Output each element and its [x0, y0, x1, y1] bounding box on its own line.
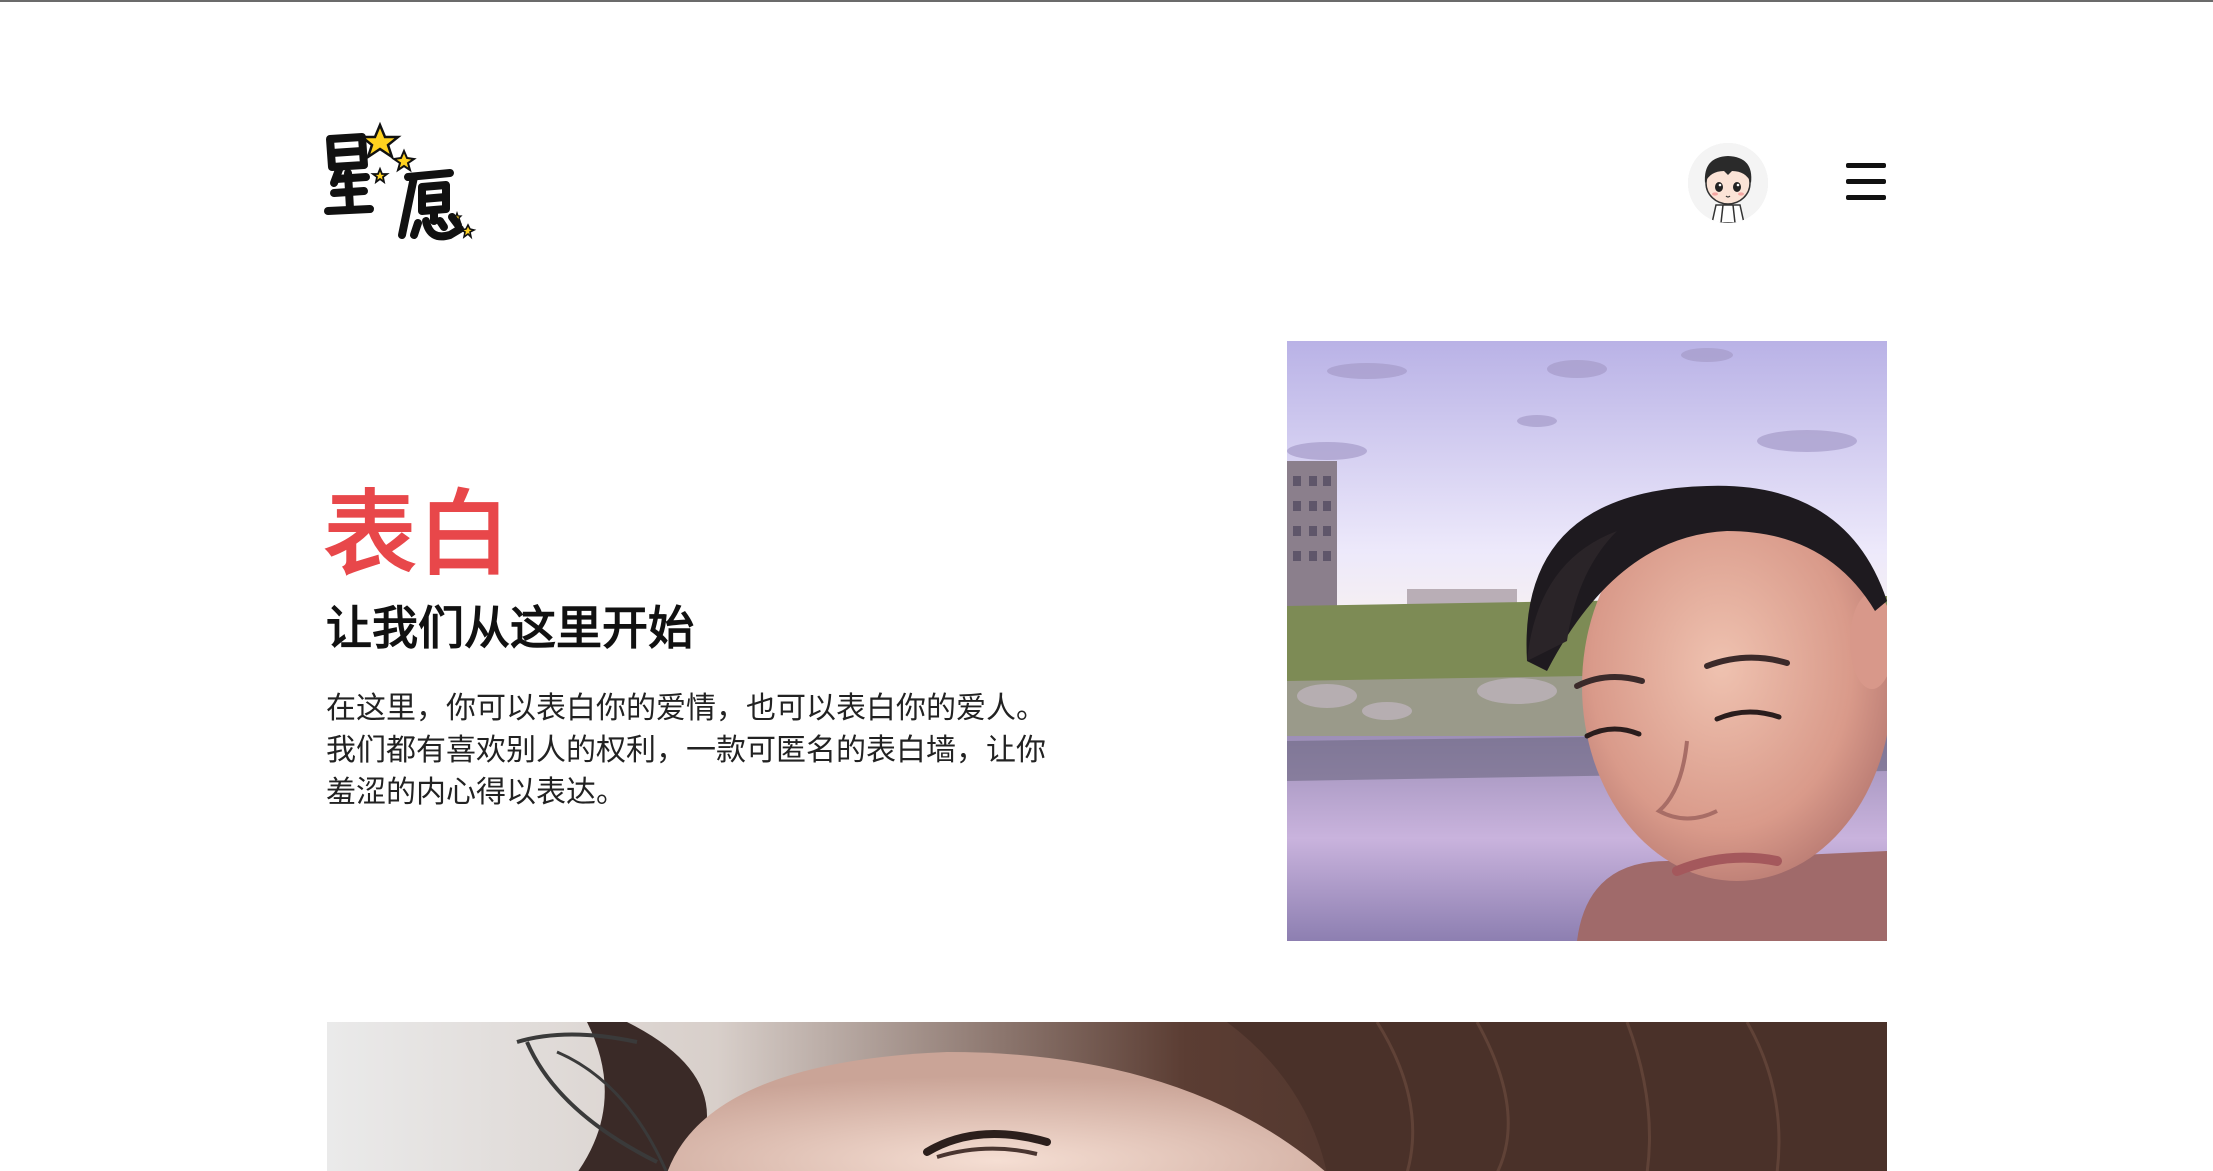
menu-bar — [1846, 163, 1886, 168]
hero-title: 表白 — [324, 481, 513, 588]
hero-description: 在这里，你可以表白你的爱情，也可以表白你的爱人。我们都有喜欢别人的权利，一款可匿… — [326, 691, 1046, 810]
portrait-photo — [1287, 341, 1887, 941]
star-logo-icon — [324, 121, 477, 241]
hamburger-menu-icon[interactable] — [1846, 163, 1886, 201]
hero-photo — [1287, 341, 1887, 941]
menu-bar — [1846, 179, 1886, 184]
hero-subtitle: 让我们从这里开始 — [326, 601, 694, 655]
user-avatar[interactable] — [1688, 143, 1768, 223]
portrait-photo-2 — [327, 1022, 1887, 1171]
page: 表白 让我们从这里开始 在这里，你可以表白你的爱情，也可以表白你的爱人。我们都有… — [0, 0, 2213, 1171]
feature-photo — [327, 1022, 1887, 1171]
cartoon-avatar-icon — [1688, 143, 1768, 223]
menu-bar — [1846, 195, 1886, 200]
site-logo[interactable] — [322, 117, 482, 247]
